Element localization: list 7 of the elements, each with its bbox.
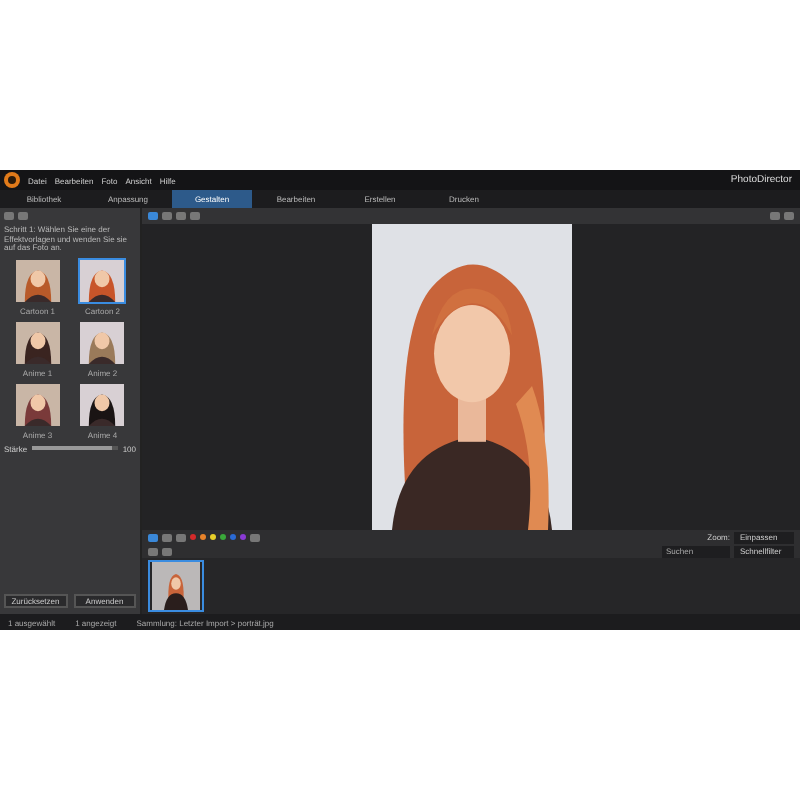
color-label-dot[interactable] [210,534,216,540]
color-label-dot[interactable] [230,534,236,540]
color-label-dot[interactable] [220,534,226,540]
logo-icon [4,172,20,188]
color-label-dot[interactable] [200,534,206,540]
color-label-dot[interactable] [190,534,196,540]
color-label-dot[interactable] [240,534,246,540]
